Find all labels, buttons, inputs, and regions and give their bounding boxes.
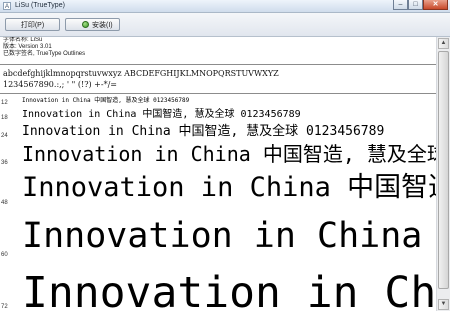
title-bar[interactable]: A LiSu (TrueType) – □ ✕	[0, 0, 450, 13]
maximize-button[interactable]: □	[408, 0, 423, 10]
sample-size-label: 12	[1, 100, 8, 106]
sample-text: Innovation in China 中国智造, 慧及全球 012345678…	[22, 124, 385, 139]
sample-text: Innovation in China 中国智造, 慧及全球 012345678…	[22, 109, 301, 120]
sample-text: Innovation in China	[22, 268, 436, 311]
sample-size-label: 60	[1, 252, 8, 258]
window-controls: – □ ✕	[393, 0, 448, 11]
install-shield-icon	[82, 21, 89, 28]
scroll-down-arrow-icon[interactable]: ▼	[438, 299, 449, 310]
sample-size-label: 72	[1, 304, 8, 310]
font-signature-line: 已数字签名, TrueType Outlines	[3, 51, 86, 57]
sample-size-label: 36	[1, 160, 8, 166]
divider	[0, 93, 436, 94]
toolbar: 打印(P) 安装(I)	[0, 13, 450, 37]
font-viewer-window: A LiSu (TrueType) – □ ✕ 打印(P) 安装(I) 字体名称…	[0, 0, 450, 311]
sample-line-36: 36 Innovation in China 中国智造, 慧及全球	[0, 140, 436, 167]
minimize-button[interactable]: –	[393, 0, 408, 10]
window-title: LiSu (TrueType)	[15, 2, 65, 9]
scroll-thumb[interactable]	[438, 51, 449, 289]
install-button-label: 安装(I)	[92, 22, 113, 29]
sample-size-label: 24	[1, 133, 8, 139]
print-button[interactable]: 打印(P)	[5, 18, 60, 31]
sample-line-72: 72 Innovation in China	[0, 259, 436, 311]
sample-text: Innovation in China	[22, 216, 423, 256]
scroll-up-arrow-icon[interactable]: ▲	[438, 38, 449, 49]
sample-line-60: 60 Innovation in China	[0, 207, 436, 259]
install-button[interactable]: 安装(I)	[65, 18, 120, 31]
font-name-line: 字体名称: LiSu	[3, 37, 43, 43]
charset-letters: abcdefghijklmnopqrstuvwxyz ABCDEFGHIJKLM…	[3, 69, 279, 78]
print-button-label: 打印(P)	[20, 22, 45, 29]
vertical-scrollbar[interactable]: ▲ ▼	[436, 37, 450, 311]
sample-line-48: 48 Innovation in China 中国智造	[0, 167, 436, 207]
font-preview-area: 字体名称: LiSu 版本: Version 3.01 已数字签名, TrueT…	[0, 37, 436, 311]
sample-line-18: 18 Innovation in China 中国智造, 慧及全球 012345…	[0, 107, 436, 122]
close-button[interactable]: ✕	[423, 0, 448, 10]
font-file-icon: A	[3, 2, 11, 10]
sample-text: Innovation in China 中国智造, 慧及全球 012345678…	[22, 97, 190, 104]
sample-text: Innovation in China 中国智造, 慧及全球	[22, 142, 436, 166]
divider	[0, 64, 436, 65]
sample-size-label: 48	[1, 200, 8, 206]
sample-size-label: 18	[1, 115, 8, 121]
charset-digits-punct: 1234567890.:,; ' " (!?) +-*/=	[3, 80, 117, 89]
sample-line-24: 24 Innovation in China 中国智造, 慧及全球 012345…	[0, 122, 436, 140]
font-version-line: 版本: Version 3.01	[3, 44, 52, 50]
sample-text: Innovation in China 中国智造	[22, 172, 436, 203]
sample-line-12: 12 Innovation in China 中国智造, 慧及全球 012345…	[0, 95, 436, 107]
